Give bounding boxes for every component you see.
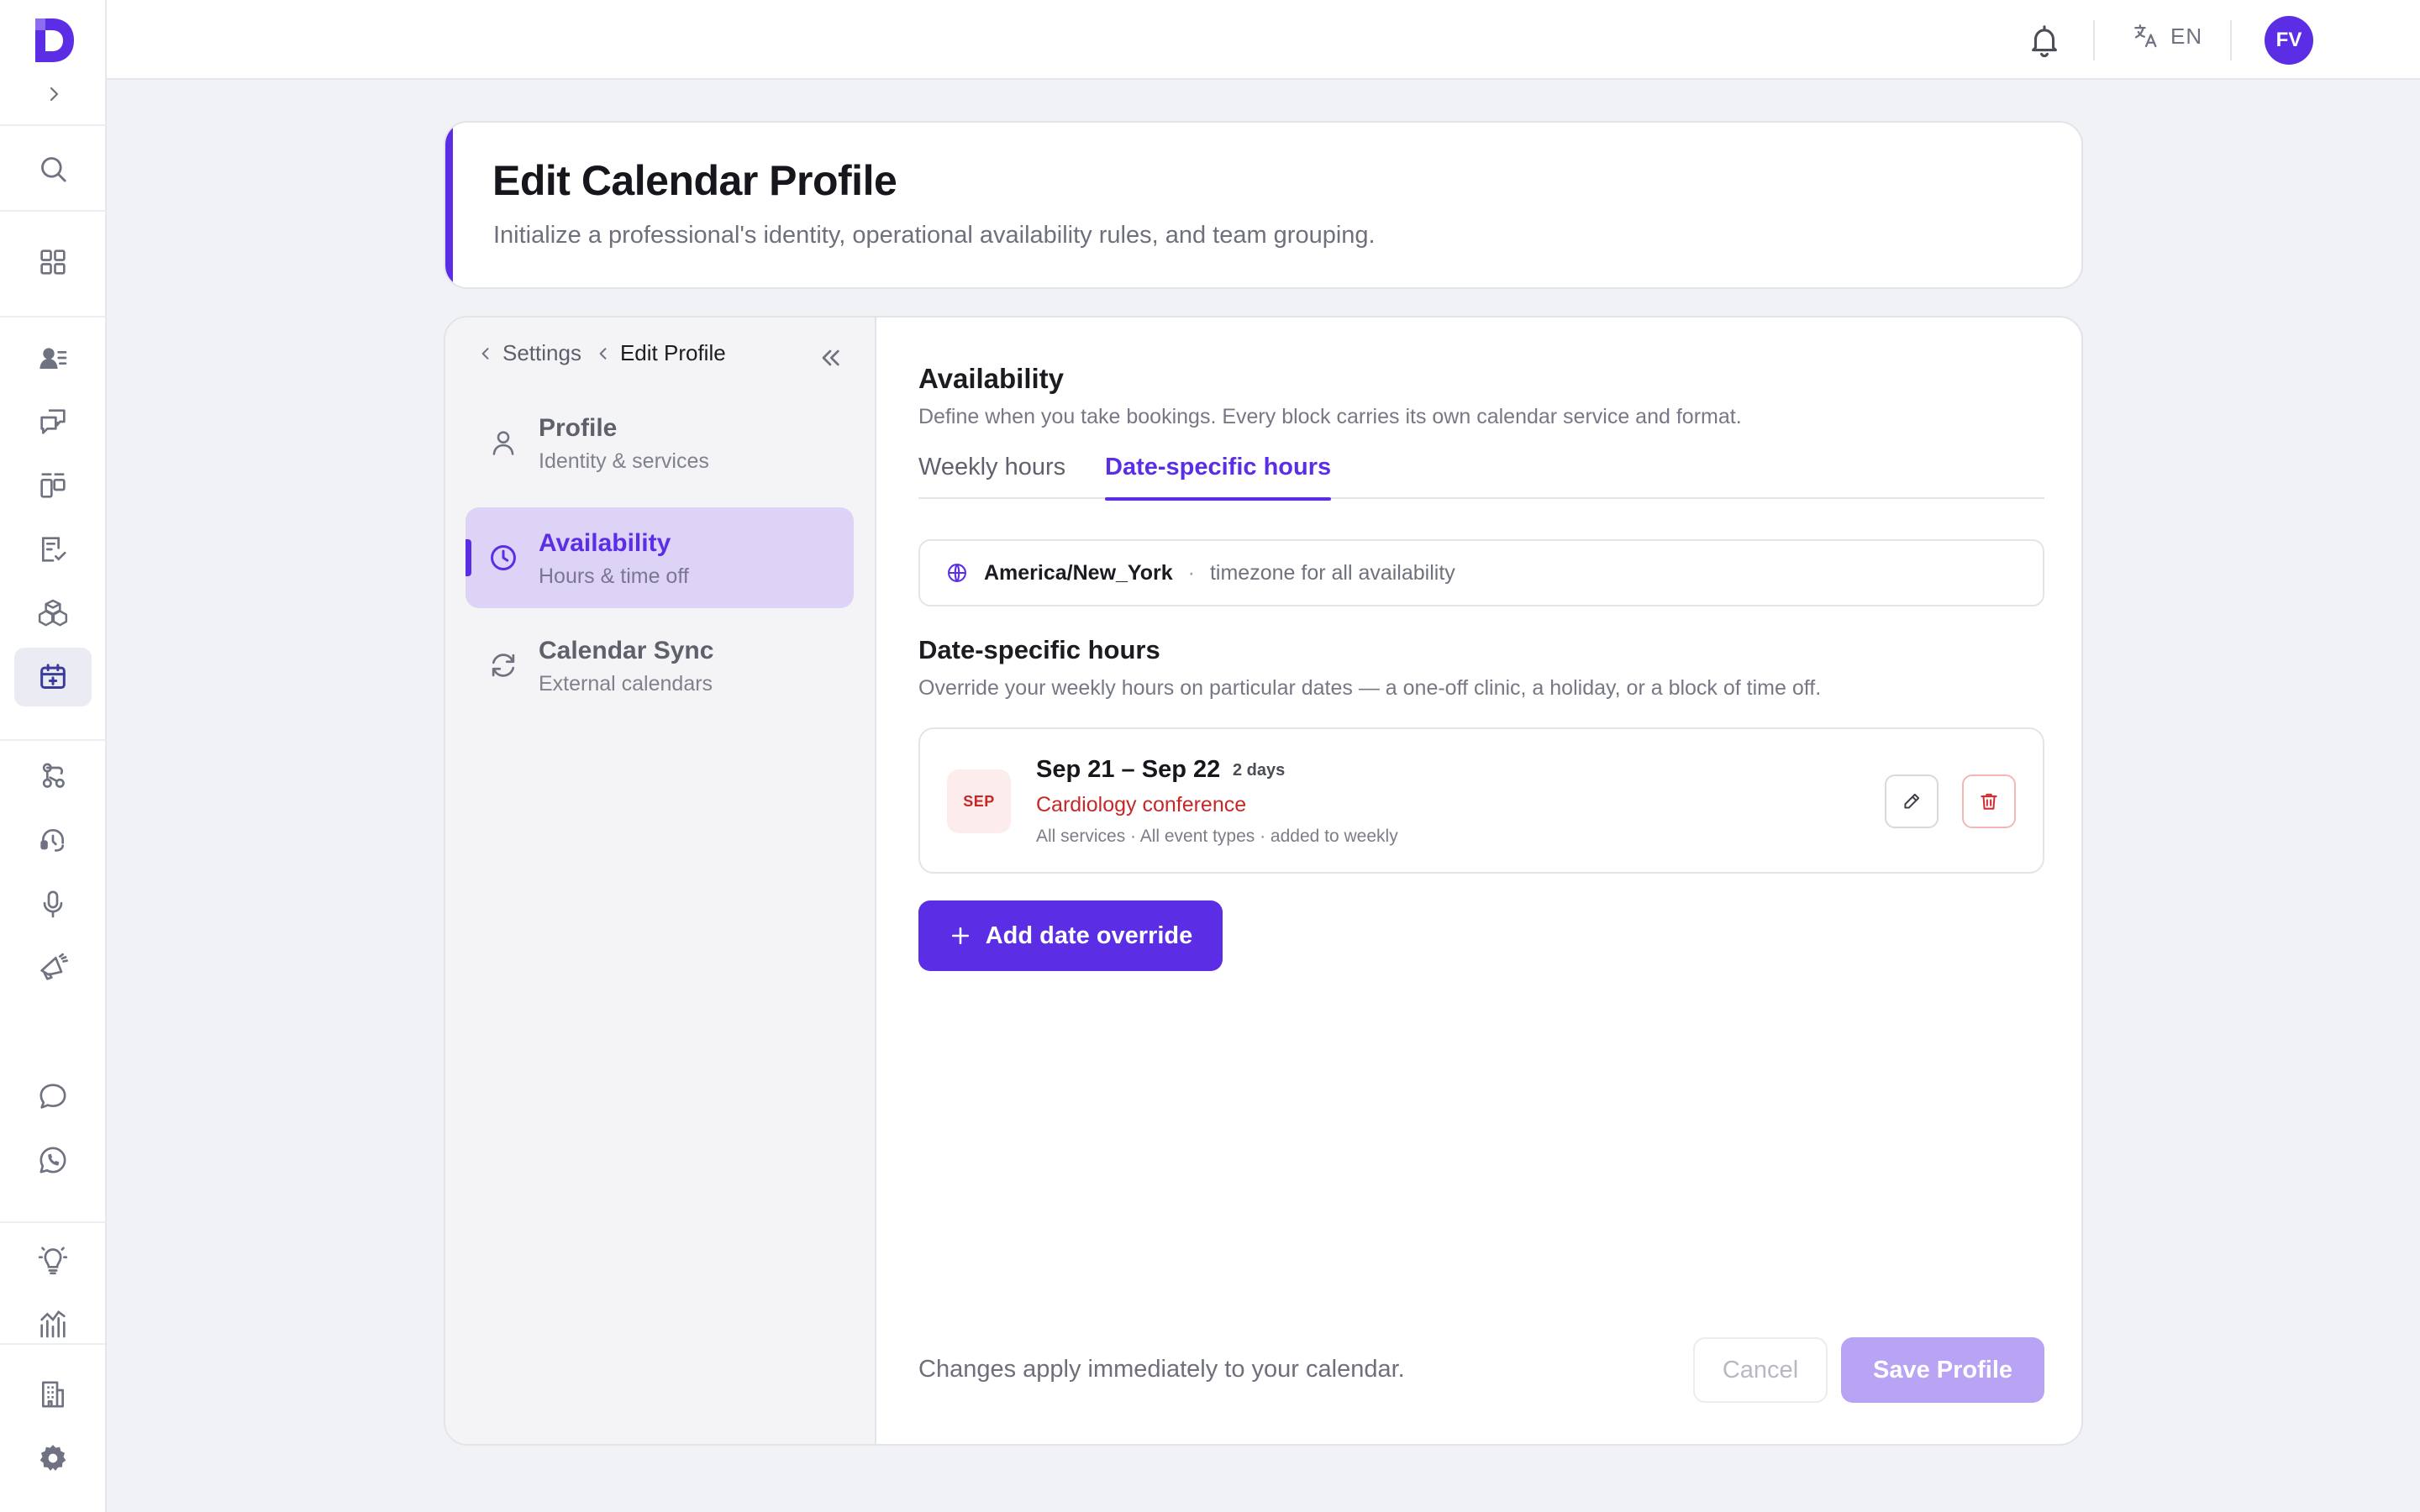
top-bar: EN FV — [107, 0, 2420, 80]
language-label: EN — [2170, 23, 2203, 49]
plus-icon — [951, 927, 969, 945]
add-date-override-label: Add date override — [985, 921, 1193, 949]
chevron-left-icon — [599, 347, 607, 360]
user-icon — [492, 431, 514, 455]
tab-weekly-hours[interactable]: Weekly hours — [918, 445, 1065, 499]
override-duration: 2 days — [1233, 761, 1286, 780]
nav-item-sublabel: Identity & services — [539, 449, 709, 473]
override-date-range: Sep 21 – Sep 22 — [1036, 756, 1221, 783]
tasks-icon[interactable] — [14, 520, 92, 579]
app-logo-icon[interactable] — [29, 15, 77, 66]
collapse-panel-icon[interactable] — [817, 344, 844, 371]
override-meta: All services · All event types · added t… — [1036, 827, 1398, 846]
nav-item-profile[interactable]: Profile Identity & services — [466, 392, 854, 493]
voice-icon[interactable] — [14, 874, 92, 933]
breadcrumb: Settings Edit Profile — [477, 340, 726, 366]
edit-profile-card: Settings Edit Profile Profile Identity &… — [444, 316, 2083, 1446]
profile-sections-nav: Settings Edit Profile Profile Identity &… — [445, 318, 876, 1444]
support-icon[interactable] — [14, 811, 92, 869]
availability-tabs: Weekly hours Date-specific hours — [918, 445, 2044, 501]
override-name: Cardiology conference — [1036, 793, 1247, 816]
clock-icon — [491, 545, 516, 570]
edit-override-button[interactable] — [1885, 774, 1939, 828]
availability-panel: Availability Define when you take bookin… — [878, 318, 2081, 1444]
tab-date-specific-hours[interactable]: Date-specific hours — [1105, 445, 1332, 501]
nav-item-label: Calendar Sync — [539, 637, 714, 664]
notifications-bell-icon[interactable] — [2025, 22, 2064, 60]
section-title: Availability — [918, 363, 1065, 394]
avatar[interactable]: FV — [2265, 16, 2313, 65]
settings-icon[interactable] — [14, 1429, 92, 1488]
pipeline-icon[interactable] — [14, 456, 92, 515]
app-sidebar-rail — [0, 0, 107, 1512]
page-subtitle: Initialize a professional's identity, op… — [493, 222, 1376, 249]
whatsapp-icon[interactable] — [14, 1131, 92, 1189]
timezone-box[interactable]: America/New_York · timezone for all avai… — [918, 539, 2044, 606]
cancel-button[interactable]: Cancel — [1693, 1337, 1828, 1403]
campaigns-icon[interactable] — [14, 938, 92, 997]
globe-icon — [948, 564, 966, 582]
page-header-card: Edit Calendar Profile Initialize a profe… — [444, 121, 2083, 289]
chevron-left-icon[interactable] — [477, 345, 494, 362]
date-specific-description: Override your weekly hours on particular… — [918, 676, 1822, 700]
nav-item-label: Availability — [539, 529, 671, 557]
dashboard-grid-icon[interactable] — [14, 233, 92, 291]
chat-icon[interactable] — [14, 1067, 92, 1126]
contacts-icon[interactable] — [14, 328, 92, 387]
date-override-card: SEP Sep 21 – Sep 22 2 days Cardiology co… — [918, 727, 2044, 874]
nav-item-availability[interactable]: Availability Hours & time off — [466, 507, 854, 608]
tab-label: Date-specific hours — [1105, 454, 1332, 480]
section-subtitle: Define when you take bookings. Every blo… — [918, 405, 1742, 428]
delete-override-button[interactable] — [1962, 774, 2016, 828]
timezone-separator: · — [1187, 560, 1195, 585]
timezone-name: America/New_York — [984, 560, 1173, 585]
expand-sidebar-icon[interactable] — [44, 84, 64, 104]
active-tab-underline — [1105, 497, 1332, 501]
search-icon[interactable] — [14, 139, 92, 198]
translate-icon — [2134, 24, 2157, 48]
save-profile-button[interactable]: Save Profile — [1841, 1337, 2044, 1403]
workflows-icon[interactable] — [14, 747, 92, 806]
products-icon[interactable] — [14, 584, 92, 643]
month-badge: SEP — [947, 769, 1011, 833]
ideas-icon[interactable] — [14, 1231, 92, 1289]
nav-item-label: Profile — [539, 414, 618, 442]
page-title: Edit Calendar Profile — [492, 157, 897, 204]
nav-item-calendar-sync[interactable]: Calendar Sync External calendars — [466, 615, 854, 716]
add-date-override-button[interactable]: Add date override — [918, 900, 1223, 971]
footer-note: Changes apply immediately to your calend… — [918, 1356, 1405, 1383]
language-switcher[interactable]: EN — [2132, 22, 2202, 50]
active-indicator — [466, 539, 471, 576]
calendar-icon[interactable] — [14, 648, 92, 706]
trash-icon — [1981, 793, 1997, 810]
organization-icon[interactable] — [14, 1365, 92, 1424]
conversations-icon[interactable] — [14, 392, 92, 451]
sync-icon — [492, 654, 515, 677]
timezone-description: timezone for all availability — [1209, 560, 1455, 585]
pencil-icon — [1904, 793, 1920, 809]
nav-item-sublabel: External calendars — [539, 672, 713, 696]
date-specific-title: Date-specific hours — [918, 635, 1160, 664]
nav-item-sublabel: Hours & time off — [539, 564, 689, 588]
breadcrumb-current: Edit Profile — [619, 340, 726, 365]
header-accent-bar — [445, 123, 453, 287]
breadcrumb-settings[interactable]: Settings — [502, 340, 581, 366]
